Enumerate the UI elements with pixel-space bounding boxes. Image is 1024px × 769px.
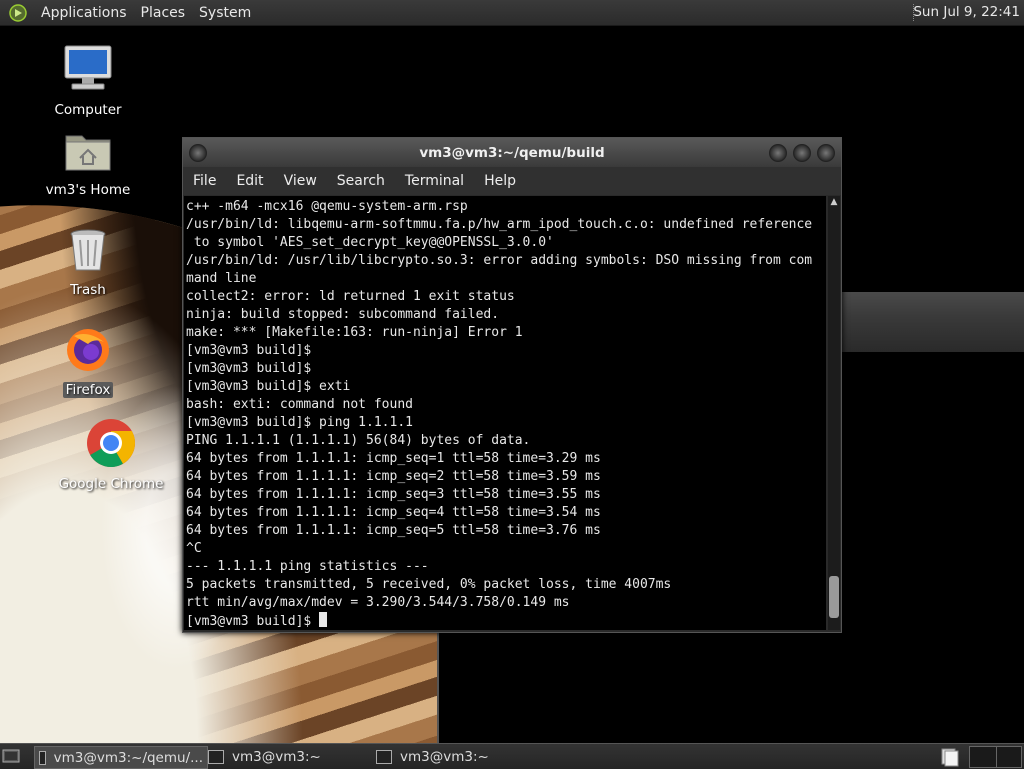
menu-search[interactable]: Search: [327, 173, 395, 189]
terminal-line: [vm3@vm3 build]$: [186, 361, 312, 376]
terminal-line: collect2: error: ld returned 1 exit stat…: [186, 289, 515, 304]
taskbar-item-label: vm3@vm3:~/qemu/...: [53, 749, 203, 766]
bottom-panel: vm3@vm3:~/qemu/... vm3@vm3:~ vm3@vm3:~: [0, 743, 1024, 769]
terminal-line: ^C: [186, 541, 202, 556]
background-window-titlebar[interactable]: [838, 292, 1024, 352]
menu-file[interactable]: File: [183, 173, 226, 189]
terminal-line: bash: exti: command not found: [186, 397, 413, 412]
menu-applications[interactable]: Applications: [34, 5, 134, 21]
terminal-cursor: [319, 612, 328, 627]
desktop-icon-computer[interactable]: Computer: [33, 44, 143, 118]
menu-places[interactable]: Places: [134, 5, 193, 21]
workspace-1[interactable]: [969, 746, 997, 768]
desktop-icon-label: Firefox: [62, 382, 114, 398]
desktop-icon-chrome[interactable]: Google Chrome: [56, 418, 166, 492]
firefox-icon: [67, 329, 109, 371]
scroll-up-icon[interactable]: ▲: [828, 196, 840, 208]
terminal-line: PING 1.1.1.1 (1.1.1.1) 56(84) bytes of d…: [186, 433, 531, 448]
terminal-line: [vm3@vm3 build]$: [186, 343, 312, 358]
terminal-line: to symbol 'AES_set_decrypt_key@@OPENSSL_…: [193, 235, 554, 250]
desktop-icon-label: Computer: [54, 102, 122, 118]
terminal-line: 64 bytes from 1.1.1.1: icmp_seq=4 ttl=58…: [186, 505, 601, 520]
menu-view[interactable]: View: [274, 173, 327, 189]
desktop-icon-trash[interactable]: Trash: [33, 228, 143, 298]
window-title: vm3@vm3:~/qemu/build: [419, 144, 605, 161]
menu-system[interactable]: System: [192, 5, 258, 21]
desktop-icon-home[interactable]: vm3's Home: [33, 128, 143, 198]
terminal-line: mand line: [186, 271, 257, 286]
window-menu-button[interactable]: [189, 144, 207, 162]
workspace-2[interactable]: [996, 746, 1022, 768]
terminal-menubar: File Edit View Search Terminal Help: [183, 167, 841, 195]
minimize-button[interactable]: [769, 144, 787, 162]
terminal-titlebar[interactable]: vm3@vm3:~/qemu/build: [183, 138, 841, 167]
taskbar-item-label: vm3@vm3:~: [400, 748, 489, 765]
taskbar-item[interactable]: vm3@vm3:~: [372, 746, 540, 767]
computer-icon: [64, 45, 112, 90]
taskbar-item[interactable]: vm3@vm3:~/qemu/...: [34, 746, 208, 769]
terminal-output[interactable]: c++ -m64 -mcx16 @qemu-system-arm.rsp /us…: [184, 196, 826, 630]
terminal-line: 64 bytes from 1.1.1.1: icmp_seq=5 ttl=58…: [186, 523, 601, 538]
terminal-line: 64 bytes from 1.1.1.1: icmp_seq=2 ttl=58…: [186, 469, 601, 484]
menu-terminal[interactable]: Terminal: [395, 173, 474, 189]
terminal-window[interactable]: vm3@vm3:~/qemu/build File Edit View Sear…: [182, 137, 842, 633]
clock[interactable]: Sun Jul 9, 22:41: [913, 4, 1020, 20]
desktop-icon-label: Trash: [70, 282, 106, 298]
terminal-icon: [376, 749, 392, 764]
terminal-line: ninja: build stopped: subcommand failed.: [186, 307, 500, 322]
terminal-line: rtt min/avg/max/mdev = 3.290/3.544/3.758…: [186, 595, 570, 610]
desktop-icon-firefox[interactable]: Firefox: [33, 326, 143, 398]
terminal-icon: [208, 749, 224, 764]
desktop-icon-label: vm3's Home: [45, 182, 131, 198]
window-switcher-icon[interactable]: [940, 747, 960, 767]
terminal-line: 64 bytes from 1.1.1.1: icmp_seq=3 ttl=58…: [186, 487, 601, 502]
desktop-icon-label: Google Chrome: [58, 476, 164, 492]
terminal-line: [vm3@vm3 build]$ ping 1.1.1.1: [186, 415, 413, 430]
terminal-line: [vm3@vm3 build]$ exti: [186, 379, 351, 394]
terminal-icon: [39, 750, 46, 765]
chrome-icon: [87, 419, 136, 468]
gnome-menu-icon[interactable]: [8, 3, 28, 23]
show-desktop-icon[interactable]: [2, 747, 20, 765]
top-panel: Applications Places System Sun Jul 9, 22…: [0, 0, 1024, 26]
terminal-line: 64 bytes from 1.1.1.1: icmp_seq=1 ttl=58…: [186, 451, 601, 466]
terminal-prompt: [vm3@vm3 build]$: [186, 614, 320, 629]
terminal-line: 5 packets transmitted, 5 received, 0% pa…: [186, 577, 672, 592]
trash-icon: [70, 229, 106, 271]
scrollbar-thumb[interactable]: [829, 576, 839, 618]
menu-help[interactable]: Help: [474, 173, 526, 189]
terminal-line: make: *** [Makefile:163: run-ninja] Erro…: [186, 325, 523, 340]
terminal-text: c++ -m64 -mcx16 @qemu-system-arm.rsp /us…: [184, 196, 826, 630]
home-folder-icon: [65, 135, 111, 171]
terminal-line: --- 1.1.1.1 ping statistics ---: [186, 559, 429, 574]
terminal-line: /usr/bin/ld: /usr/lib/libcrypto.so.3: er…: [186, 253, 813, 268]
terminal-line: c++ -m64 -mcx16 @qemu-system-arm.rsp: [186, 199, 468, 214]
terminal-scrollbar[interactable]: ▲: [828, 196, 840, 630]
taskbar-item-label: vm3@vm3:~: [232, 748, 321, 765]
maximize-button[interactable]: [793, 144, 811, 162]
taskbar-item[interactable]: vm3@vm3:~: [204, 746, 372, 767]
menu-edit[interactable]: Edit: [226, 173, 273, 189]
terminal-line: /usr/bin/ld: libqemu-arm-softmmu.fa.p/hw…: [186, 217, 813, 232]
close-button[interactable]: [817, 144, 835, 162]
